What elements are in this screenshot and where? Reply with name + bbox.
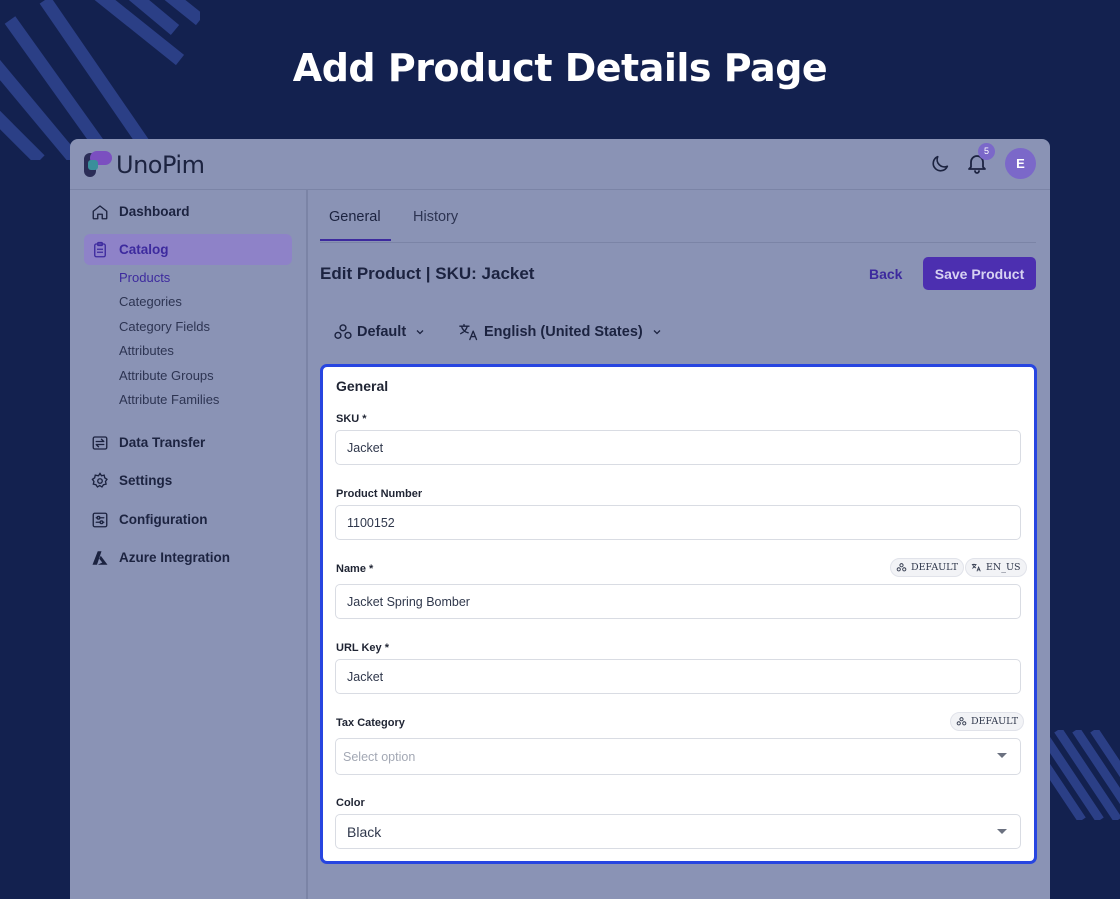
caret-down-icon: [997, 753, 1007, 758]
sidebar-item-data-transfer[interactable]: Data Transfer: [84, 427, 292, 458]
sidebar: Dashboard Catalog Products Categories Ca…: [70, 190, 308, 899]
decorative-stripes-bottom: [1040, 730, 1120, 820]
sidebar-item-azure-integration[interactable]: Azure Integration: [84, 542, 292, 573]
select-placeholder: Select option: [343, 749, 416, 764]
sidebar-item-dashboard[interactable]: Dashboard: [84, 196, 292, 227]
general-form-card: General SKU * Jacket Product Number 1100…: [320, 364, 1037, 864]
home-icon: [90, 202, 110, 222]
tax-category-label: Tax Category: [336, 717, 405, 729]
logo[interactable]: UnoPim: [84, 151, 205, 179]
sidebar-item-label: Configuration: [119, 512, 208, 527]
caret-down-icon: [997, 829, 1007, 834]
locale-label: English (United States): [484, 324, 643, 340]
locale-pill: EN_US: [965, 558, 1027, 577]
tab-general[interactable]: General: [329, 209, 381, 225]
moon-icon[interactable]: [929, 153, 951, 175]
channel-icon: [896, 562, 907, 573]
notifications-button[interactable]: 5: [965, 142, 995, 177]
url-key-input[interactable]: Jacket: [335, 659, 1021, 694]
tax-category-select[interactable]: Select option: [335, 738, 1021, 775]
notification-badge: 5: [978, 142, 995, 160]
logo-text: UnoPim: [116, 151, 205, 179]
channel-pill: DEFAULT: [890, 558, 965, 577]
clipboard-icon: [90, 240, 110, 260]
color-label: Color: [336, 797, 365, 809]
tab-history[interactable]: History: [413, 209, 458, 225]
sidebar-subitem-attribute-families[interactable]: Attribute Families: [119, 392, 219, 407]
sidebar-item-label: Settings: [119, 473, 173, 488]
translate-icon: [458, 322, 480, 342]
sidebar-item-label: Catalog: [119, 242, 169, 257]
back-button[interactable]: Back: [869, 266, 902, 282]
sidebar-item-label: Dashboard: [119, 204, 190, 219]
chevron-down-icon: [651, 326, 663, 338]
sku-input[interactable]: Jacket: [335, 430, 1021, 465]
sliders-icon: [90, 510, 110, 530]
app-window: UnoPim 5 E Dashboard Catalog Products Ca…: [70, 139, 1050, 899]
avatar[interactable]: E: [1005, 148, 1036, 179]
section-title: General: [336, 378, 389, 394]
sidebar-subitem-category-fields[interactable]: Category Fields: [119, 319, 210, 334]
sidebar-item-label: Azure Integration: [119, 550, 231, 565]
channel-pill: DEFAULT: [950, 712, 1025, 731]
locale-switcher[interactable]: English (United States): [458, 322, 663, 342]
name-input[interactable]: Jacket Spring Bomber: [335, 584, 1021, 619]
sidebar-item-label: Data Transfer: [119, 435, 206, 450]
channel-icon: [333, 322, 353, 342]
save-product-button[interactable]: Save Product: [923, 257, 1036, 290]
active-tab-indicator: [320, 239, 391, 241]
sku-label: SKU *: [336, 413, 367, 425]
data-transfer-icon: [90, 433, 110, 453]
gear-icon: [90, 471, 110, 491]
page-heading: Add Product Details Page: [292, 46, 828, 90]
sidebar-item-catalog[interactable]: Catalog: [84, 234, 292, 265]
channel-switcher[interactable]: Default: [333, 322, 426, 342]
sidebar-subitem-attribute-groups[interactable]: Attribute Groups: [119, 368, 214, 383]
url-key-label: URL Key *: [336, 642, 389, 654]
color-select[interactable]: Black: [335, 814, 1021, 849]
tab-bar: General History: [320, 190, 1036, 243]
channel-label: Default: [357, 324, 407, 340]
channel-icon: [956, 716, 967, 727]
name-label: Name *: [336, 563, 374, 575]
product-number-input[interactable]: 1100152: [335, 505, 1021, 540]
sidebar-subitem-products[interactable]: Products: [119, 270, 170, 285]
page-title: Edit Product | SKU: Jacket: [320, 264, 535, 283]
sidebar-item-configuration[interactable]: Configuration: [84, 504, 292, 535]
sidebar-item-settings[interactable]: Settings: [84, 465, 292, 496]
select-value: Black: [347, 823, 382, 840]
main-content: General History Edit Product | SKU: Jack…: [308, 190, 1050, 899]
product-number-label: Product Number: [336, 488, 423, 500]
sidebar-subitem-categories[interactable]: Categories: [119, 294, 182, 309]
azure-icon: [90, 548, 110, 568]
logo-icon: [84, 151, 112, 177]
top-bar: UnoPim 5 E: [70, 139, 1050, 190]
sidebar-subitem-attributes[interactable]: Attributes: [119, 343, 174, 358]
translate-icon: [971, 562, 982, 573]
chevron-down-icon: [414, 326, 426, 338]
